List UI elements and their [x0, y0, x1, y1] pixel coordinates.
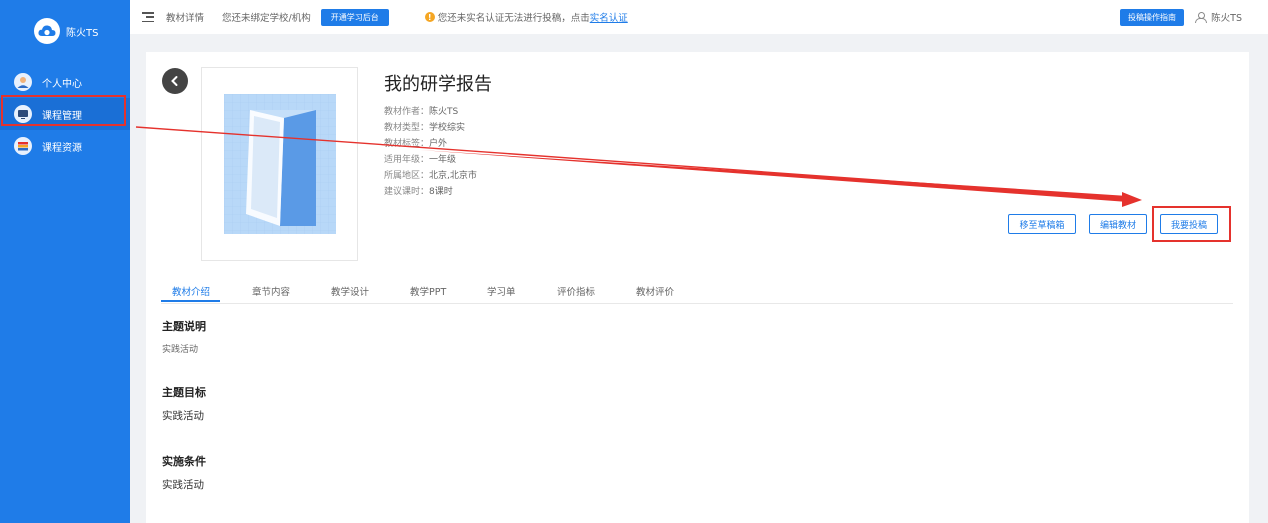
top-bar: 教材详情 您还未绑定学校/机构 开通学习后台 ! 您还未实名认证无法进行投稿，点… — [130, 0, 1268, 34]
sidebar-item-label: 课程管理 — [42, 110, 82, 122]
brand-name: 陈火TS — [66, 27, 99, 39]
tab-teaching-design[interactable]: 教学设计 — [331, 284, 369, 298]
move-to-draft-button[interactable]: 移至草稿箱 — [1008, 214, 1076, 234]
tab-chapters[interactable]: 章节内容 — [252, 284, 290, 298]
tab-worksheet[interactable]: 学习单 — [487, 284, 516, 298]
active-tab-indicator — [161, 300, 220, 302]
meta-value: 陈火TS — [429, 107, 459, 117]
back-button[interactable] — [162, 68, 188, 94]
tab-introduction[interactable]: 教材介绍 — [172, 284, 210, 298]
meta-value: 一年级 — [429, 155, 457, 165]
meta-region: 所属地区：北京,北京市 — [384, 168, 477, 184]
meta-label: 建议课时： — [384, 187, 430, 197]
breadcrumb: 教材详情 — [166, 13, 205, 24]
tab-evaluation-index[interactable]: 评价指标 — [557, 284, 595, 298]
cloud-logo-icon — [34, 18, 60, 44]
username: 陈火TS — [1211, 13, 1242, 24]
section-theme-goals: 主题目标 实践活动 — [162, 384, 206, 423]
material-detail-card: 我的研学报告 教材作者：陈火TS 教材类型：学校综实 教材标签：户外 适用年级：… — [146, 52, 1249, 523]
avatar-icon — [14, 73, 32, 91]
meta-grade: 适用年级：一年级 — [384, 152, 477, 168]
section-text: 实践活动 — [162, 410, 204, 422]
warning-icon: ! — [424, 12, 435, 22]
bind-tip: 您还未绑定学校/机构 — [222, 13, 311, 24]
sidebar-item-course-management[interactable]: 课程管理 — [0, 98, 130, 130]
section-implementation-conditions: 实施条件 实践活动 — [162, 453, 206, 492]
material-meta: 教材作者：陈火TS 教材类型：学校综实 教材标签：户外 适用年级：一年级 所属地… — [384, 104, 477, 200]
material-title: 我的研学报告 — [384, 74, 492, 95]
book-cover-icon — [224, 94, 336, 234]
section-title: 实施条件 — [162, 455, 206, 468]
meta-label: 适用年级： — [384, 155, 430, 165]
tab-material-review[interactable]: 教材评价 — [636, 284, 674, 298]
sidebar-item-personal-center[interactable]: 个人中心 — [0, 66, 130, 98]
meta-label: 教材作者： — [384, 107, 430, 117]
meta-value: 北京,北京市 — [429, 171, 477, 181]
meta-value: 8课时 — [429, 187, 453, 197]
sidebar-item-course-resources[interactable]: 课程资源 — [0, 130, 130, 162]
chevron-left-icon — [171, 76, 178, 86]
monitor-icon — [14, 105, 32, 123]
real-name-verify-link[interactable]: 实名认证 — [590, 10, 628, 24]
verification-warning: ! 您还未实名认证无法进行投稿，点击 实名认证 — [424, 10, 628, 24]
submit-material-button[interactable]: 我要投稿 — [1160, 214, 1218, 234]
meta-value: 学校综实 — [429, 123, 466, 133]
meta-label: 教材类型： — [384, 123, 430, 133]
meta-type: 教材类型：学校综实 — [384, 120, 477, 136]
menu-toggle-icon[interactable] — [142, 12, 154, 22]
sidebar: 陈火TS 个人中心 课程管理 课程资源 — [0, 0, 130, 523]
user-menu[interactable]: 陈火TS — [1195, 10, 1242, 24]
section-title: 主题目标 — [162, 386, 206, 399]
meta-label: 教材标签： — [384, 139, 430, 149]
sidebar-item-label: 个人中心 — [42, 78, 82, 90]
material-cover — [201, 67, 358, 261]
meta-value: 户外 — [429, 139, 448, 149]
open-learning-backend-button[interactable]: 开通学习后台 — [320, 8, 389, 26]
brand: 陈火TS — [34, 18, 98, 44]
meta-hours: 建议课时：8课时 — [384, 184, 477, 200]
sidebar-item-label: 课程资源 — [42, 142, 82, 154]
meta-label: 所属地区： — [384, 171, 430, 181]
meta-tag: 教材标签：户外 — [384, 136, 477, 152]
edit-material-button[interactable]: 编辑教材 — [1089, 214, 1147, 234]
sidebar-nav: 个人中心 课程管理 课程资源 — [0, 66, 130, 162]
section-theme-description: 主题说明 实践活动 — [162, 318, 206, 355]
section-text: 实践活动 — [162, 479, 204, 491]
material-tabs: 教材介绍 章节内容 教学设计 教学PPT 学习单 评价指标 教材评价 — [161, 280, 1233, 304]
submission-guide-button[interactable]: 投稿操作指南 — [1120, 9, 1184, 26]
user-icon — [1195, 12, 1208, 23]
warning-text: 您还未实名认证无法进行投稿，点击 — [437, 13, 590, 24]
book-stack-icon — [14, 137, 32, 155]
section-title: 主题说明 — [162, 320, 206, 333]
meta-author: 教材作者：陈火TS — [384, 104, 477, 120]
tab-teaching-ppt[interactable]: 教学PPT — [410, 284, 446, 298]
section-text: 实践活动 — [162, 345, 199, 355]
